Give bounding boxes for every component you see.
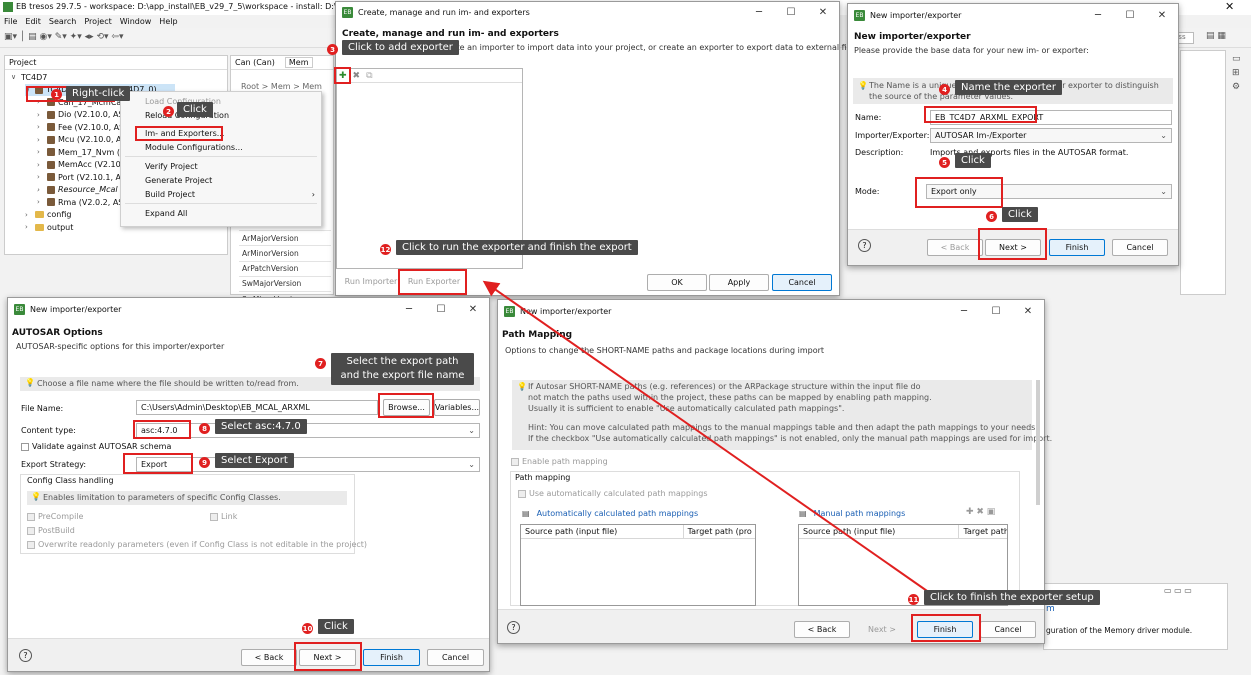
- step-11-badge: 11: [908, 594, 919, 605]
- highlight-next-autosar: [294, 642, 362, 671]
- callout-1: Right-click: [66, 86, 131, 101]
- step-10-badge: 10: [302, 623, 313, 634]
- highlight-browse: [378, 393, 434, 418]
- step-4-badge: 4: [939, 84, 950, 95]
- highlight-add: [334, 67, 351, 84]
- callout-10: Click: [318, 619, 354, 634]
- highlight-content-type: [133, 420, 191, 439]
- highlight-mode: [915, 177, 1003, 208]
- step-6-badge: 6: [986, 211, 997, 222]
- step-5-badge: 5: [939, 157, 950, 168]
- highlight-im-exporters: [135, 126, 223, 141]
- step-7-badge: 7: [315, 358, 326, 369]
- callout-11: Click to finish the exporter setup: [924, 590, 1100, 605]
- highlight-export-strategy: [123, 453, 193, 474]
- callout-8: Select asc:4.7.0: [215, 419, 307, 434]
- callout-7: Select the export path and the export fi…: [331, 353, 474, 385]
- callout-12: Click to run the exporter and finish the…: [396, 240, 638, 255]
- step-2-badge: 2: [163, 106, 174, 117]
- callout-4: Name the exporter: [955, 80, 1062, 95]
- callout-3: Click to add exporter: [342, 40, 459, 55]
- step-1-badge: 1: [51, 89, 62, 100]
- step-3-badge: 3: [327, 44, 338, 55]
- highlight-finish-path: [911, 614, 981, 642]
- highlight-name: [924, 106, 1037, 123]
- callout-5: Click: [955, 153, 991, 168]
- step-12-badge: 12: [380, 244, 391, 255]
- highlight-run-exporter: [398, 269, 467, 295]
- step-9-badge: 9: [199, 457, 210, 468]
- callout-9: Select Export: [215, 453, 294, 468]
- step-8-badge: 8: [199, 423, 210, 434]
- highlight-next-base: [978, 228, 1047, 260]
- callout-2: Click: [177, 102, 213, 117]
- callout-6: Click: [1002, 207, 1038, 222]
